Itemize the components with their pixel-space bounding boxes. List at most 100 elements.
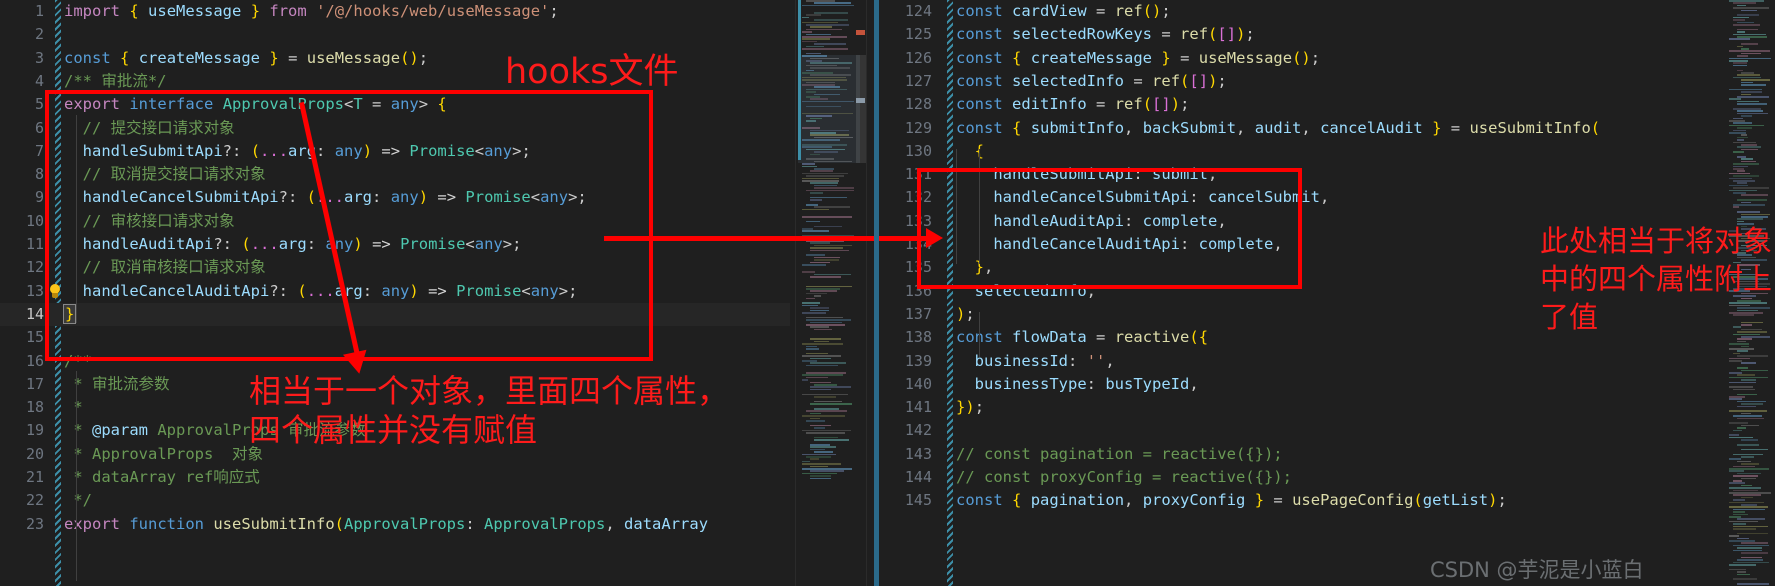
code-line[interactable]: 144 // const proxyConfig = reactive({}); — [870, 466, 1725, 489]
minimap-line — [1741, 81, 1754, 84]
minimap-line — [806, 28, 843, 31]
code-line[interactable]: 1 import { useMessage } from '/@/hooks/we… — [0, 0, 790, 23]
code-line[interactable]: 128 const editInfo = ref([]); — [870, 93, 1725, 116]
code-line[interactable]: 129 const { submitInfo, backSubmit, audit… — [870, 117, 1725, 140]
minimap-line — [1741, 48, 1750, 50]
minimap-line — [810, 242, 830, 244]
minimap-line — [814, 43, 847, 45]
code-text: handleSubmitApi: submit, — [993, 165, 1218, 184]
code-line[interactable]: 139 businessId: '', — [870, 350, 1725, 373]
code-line[interactable]: 125 const selectedRowKeys = ref([]); — [870, 23, 1725, 46]
code-line[interactable]: 132 handleCancelSubmitApi: cancelSubmit, — [870, 186, 1725, 209]
code-line[interactable]: 11 handleAuditApi?: (...arg: any) => Pro… — [0, 233, 790, 256]
minimap-line — [1733, 523, 1746, 525]
code-line[interactable]: 14} — [0, 302, 790, 327]
minimap-line — [1729, 60, 1748, 62]
code-line[interactable]: 137); — [870, 303, 1725, 326]
code-line[interactable]: 135 }, — [870, 256, 1725, 279]
code-line[interactable]: 8 // 取消提交接口请求对象 — [0, 163, 790, 186]
line-number: 15 — [25, 328, 44, 347]
minimap-line — [814, 384, 838, 386]
code-line[interactable]: 138 const flowData = reactive({ — [870, 326, 1725, 349]
minimap-line — [1741, 321, 1763, 324]
minimap-line — [1741, 297, 1752, 300]
minimap-line — [1741, 259, 1768, 261]
code-line[interactable]: 127 const selectedInfo = ref([]); — [870, 70, 1725, 93]
code-line[interactable]: 10 // 审核接口请求对象 — [0, 210, 790, 233]
code-line[interactable]: 140 businessType: busTypeId, — [870, 373, 1725, 396]
code-text: handleAuditApi?: (...arg: any) => Promis… — [82, 235, 522, 253]
minimap-line — [1737, 28, 1758, 31]
right-code-editor-pane[interactable]: 124 const cardView = ref(); 125 const selec… — [870, 0, 1725, 586]
minimap-line — [806, 24, 849, 26]
minimap-line — [1737, 218, 1763, 220]
code-line[interactable]: 23 export function useSubmitInfo(Approval… — [0, 513, 790, 536]
code-line[interactable]: 18 * — [0, 396, 790, 419]
line-number: 4 — [34, 71, 44, 90]
code-line[interactable]: 145 const { pagination, proxyConfig } = u… — [870, 489, 1725, 512]
code-line[interactable]: 130 { — [870, 140, 1725, 163]
code-line[interactable]: 13 handleCancelAuditApi?: (...arg: any) … — [0, 280, 790, 303]
code-line[interactable]: 16 /** — [0, 350, 790, 373]
code-text: handleCancelSubmitApi: cancelSubmit, — [993, 188, 1330, 207]
minimap-line — [806, 292, 827, 295]
line-number: 124 — [904, 2, 932, 20]
code-line[interactable]: 15 — [0, 326, 790, 349]
code-line[interactable]: 141}); — [870, 396, 1725, 419]
code-text: * @param ApprovalProps 审批流参数 — [64, 421, 366, 440]
line-number: 8 — [34, 165, 44, 184]
code-line[interactable]: 134 handleCancelAuditApi: complete, — [870, 233, 1725, 256]
code-line[interactable]: 20 * ApprovalProps 对象 — [0, 443, 790, 466]
code-line[interactable]: 7 handleSubmitApi?: (...arg: any) => Pro… — [0, 140, 790, 163]
minimap-line — [802, 230, 829, 232]
code-line[interactable]: 126 const { createMessage } = useMessage(… — [870, 47, 1725, 70]
right-minimap[interactable] — [1725, 0, 1775, 586]
code-line[interactable]: 133 handleAuditApi: complete, — [870, 210, 1725, 233]
minimap-line — [802, 271, 816, 273]
minimap-line — [810, 458, 819, 460]
minimap-line — [1741, 496, 1753, 499]
left-vertical-scrollbar-thumb[interactable] — [856, 55, 866, 163]
minimap-line — [1741, 237, 1770, 240]
code-line[interactable]: 9 handleCancelSubmitApi?: (...arg: any) … — [0, 186, 790, 209]
indent-guide — [76, 115, 77, 323]
minimap-line — [1733, 19, 1745, 21]
line-number: 2 — [34, 25, 44, 44]
minimap-line — [806, 456, 831, 458]
code-line[interactable]: 136 selectedInfo, — [870, 280, 1725, 303]
minimap-line — [810, 196, 847, 199]
code-line[interactable]: 6 // 提交接口请求对象 — [0, 117, 790, 140]
lightbulb-quickfix-icon[interactable] — [48, 283, 62, 299]
line-number: 128 — [904, 95, 932, 114]
minimap-line — [802, 177, 840, 180]
code-line[interactable]: 2 — [0, 23, 790, 46]
line-number: 1 — [34, 2, 44, 20]
code-line[interactable]: 21 * dataArray ref响应式 — [0, 466, 790, 489]
code-line[interactable]: 124 const cardView = ref(); — [870, 0, 1725, 23]
minimap-line — [1729, 468, 1769, 470]
code-line[interactable]: 143 // const pagination = reactive({}); — [870, 443, 1725, 466]
code-text: } — [62, 303, 77, 324]
line-number: 3 — [34, 48, 44, 67]
code-line[interactable]: 22 */ — [0, 489, 790, 512]
code-line[interactable]: 5 export interface ApprovalProps<T = any>… — [0, 93, 790, 116]
minimap-line — [1733, 151, 1745, 153]
indent-guide — [979, 149, 980, 264]
minimap-line — [1741, 292, 1769, 295]
minimap-line — [1733, 187, 1770, 189]
code-line[interactable]: 131 handleSubmitApi: submit, — [870, 163, 1725, 186]
minimap-line — [1737, 96, 1769, 98]
left-code-editor-pane[interactable]: 1 import { useMessage } from '/@/hooks/we… — [0, 0, 790, 586]
code-line[interactable]: 4 /** 审批流*/ — [0, 70, 790, 93]
code-line[interactable]: 17 * 审批流参数 — [0, 373, 790, 396]
code-text: // 提交接口请求对象 — [64, 118, 235, 137]
minimap-line — [810, 199, 822, 201]
code-line[interactable]: 3 const { createMessage } = useMessage(); — [0, 47, 790, 70]
code-line[interactable]: 19 * @param ApprovalProps 审批流参数 — [0, 419, 790, 442]
code-line[interactable]: 142 — [870, 419, 1725, 442]
code-line[interactable]: 12 // 取消审核接口请求对象 — [0, 256, 790, 279]
minimap-line — [1737, 444, 1760, 446]
left-minimap[interactable] — [798, 0, 860, 586]
minimap-line — [1733, 62, 1747, 64]
minimap-viewport-slider[interactable] — [798, 55, 860, 163]
